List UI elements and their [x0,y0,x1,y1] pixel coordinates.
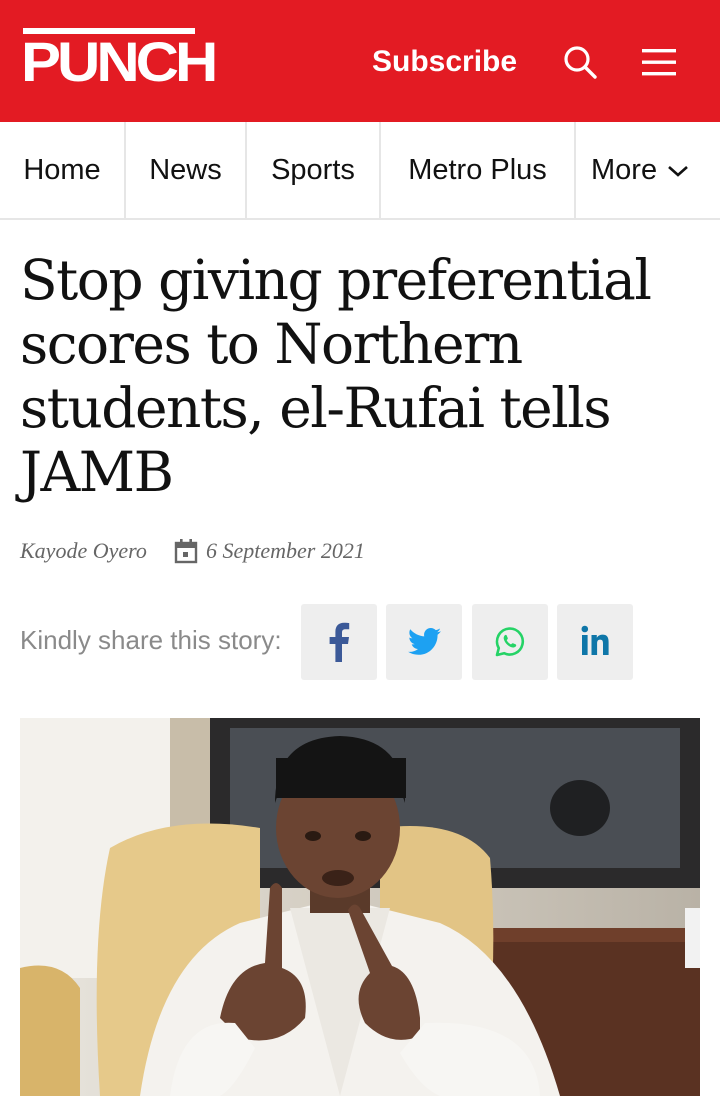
nav-item-more[interactable]: More [576,122,699,218]
share-facebook-button[interactable] [301,604,377,680]
subscribe-button[interactable]: Subscribe [372,44,517,80]
nav-item-more-label: More [591,154,658,186]
article-photo [20,718,700,1096]
top-bar: PUNCH Subscribe [0,0,720,122]
logo-text: PUNCH [21,31,218,94]
author-link[interactable]: Kayode Oyero [20,536,147,566]
facebook-icon [329,622,350,662]
menu-icon[interactable] [640,46,678,78]
punch-logo[interactable]: PUNCH [21,28,218,90]
share-label: Kindly share this story: [20,625,282,655]
photo-illustration [20,718,700,1096]
twitter-icon [408,628,441,655]
nav-item-metro-plus[interactable]: Metro Plus [381,122,574,218]
search-icon[interactable] [562,44,598,80]
main-nav: Home News Sports Metro Plus More [0,122,720,220]
linkedin-icon [581,625,609,655]
article-headline: Stop giving preferential scores to North… [20,248,652,504]
whatsapp-icon [495,627,525,657]
share-twitter-button[interactable] [386,604,462,680]
calendar-icon [174,539,198,564]
nav-item-home[interactable]: Home [0,122,124,218]
nav-item-news[interactable]: News [126,122,245,218]
share-whatsapp-button[interactable] [472,604,548,680]
chevron-down-icon [668,166,689,178]
publish-date: 6 September 2021 [206,538,365,563]
nav-item-sports[interactable]: Sports [247,122,379,218]
share-linkedin-button[interactable] [557,604,633,680]
